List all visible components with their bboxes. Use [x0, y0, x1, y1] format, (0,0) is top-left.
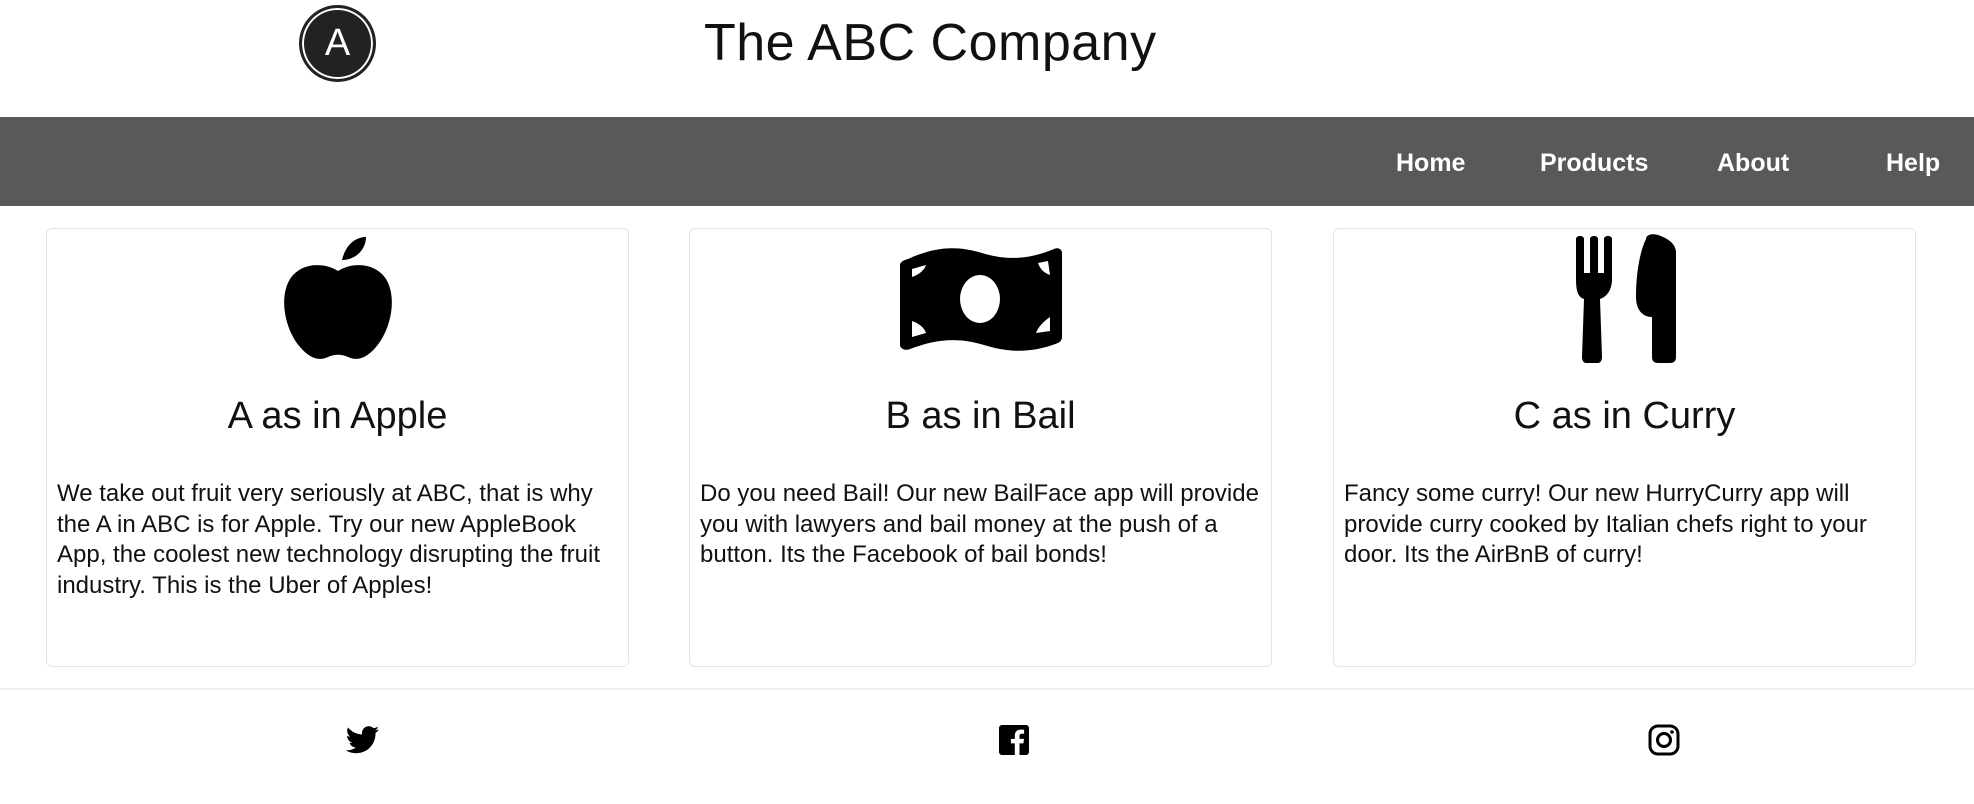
apple-icon [47, 233, 628, 363]
card-title: B as in Bail [885, 395, 1076, 437]
money-bill-icon [690, 233, 1271, 363]
card-bail: B as in Bail Do you need Bail! Our new B… [689, 228, 1272, 667]
nav-link-help[interactable]: Help [1886, 148, 1940, 178]
card-body: We take out fruit very seriously at ABC,… [57, 480, 600, 599]
card-title: A as in Apple [227, 395, 448, 437]
footer-divider [0, 688, 1974, 690]
facebook-icon[interactable] [996, 722, 1032, 758]
nav-link-about[interactable]: About [1717, 148, 1789, 178]
navbar: Home Products About Help [0, 117, 1974, 206]
twitter-icon[interactable] [345, 722, 381, 758]
nav-link-home[interactable]: Home [1396, 148, 1465, 178]
card-title: C as in Curry [1513, 395, 1736, 437]
card-body: Fancy some curry! Our new HurryCurry app… [1344, 480, 1867, 568]
card-curry: C as in Curry Fancy some curry! Our new … [1333, 228, 1916, 667]
site-header: A The ABC Company [0, 0, 1974, 117]
instagram-icon[interactable] [1646, 722, 1682, 758]
card-apple: A as in Apple We take out fruit very ser… [46, 228, 629, 667]
card-body: Do you need Bail! Our new BailFace app w… [700, 480, 1259, 568]
site-title: The ABC Company [704, 14, 1157, 72]
logo-letter: A [324, 22, 351, 64]
fork-knife-icon [1334, 233, 1915, 363]
logo[interactable]: A [299, 5, 376, 82]
nav-link-products[interactable]: Products [1540, 148, 1648, 178]
